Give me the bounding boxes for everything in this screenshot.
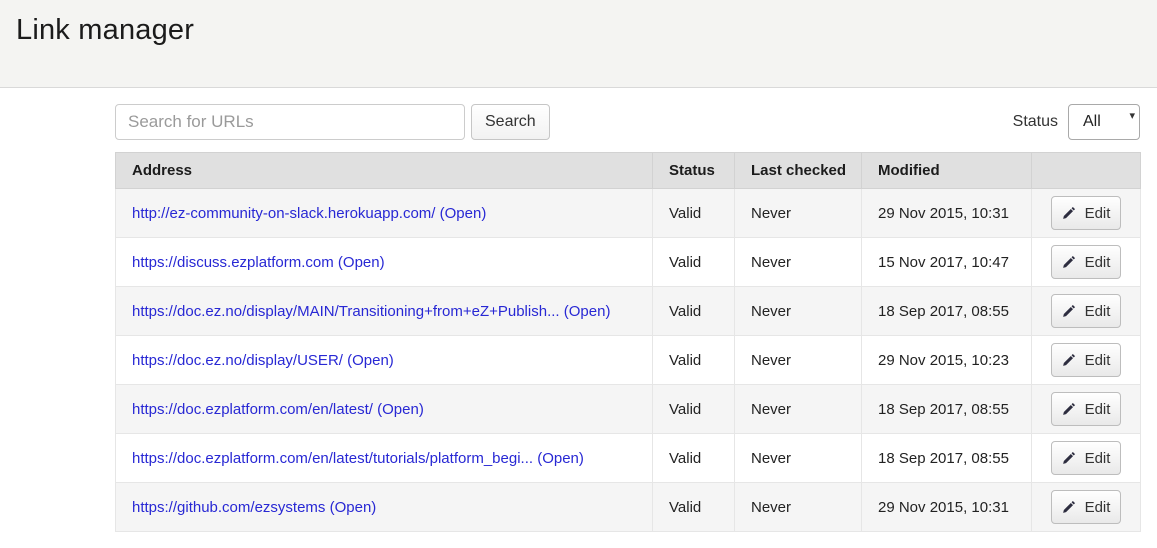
status-cell: Valid (653, 336, 735, 385)
address-link[interactable]: https://doc.ez.no/display/USER/ (132, 352, 343, 369)
table-row: https://discuss.ezplatform.com (Open) Va… (116, 238, 1141, 287)
open-link[interactable]: (Open) (537, 450, 584, 467)
actions-cell: Edit (1032, 483, 1141, 532)
address-cell: http://ez-community-on-slack.herokuapp.c… (116, 189, 653, 238)
pencil-icon (1062, 451, 1076, 465)
edit-button[interactable]: Edit (1051, 196, 1121, 230)
edit-button-label: Edit (1085, 352, 1111, 369)
address-cell: https://github.com/ezsystems (Open) (116, 483, 653, 532)
column-header-address: Address (116, 153, 653, 189)
edit-button-label: Edit (1085, 401, 1111, 418)
edit-button-label: Edit (1085, 450, 1111, 467)
last-checked-cell: Never (735, 336, 862, 385)
caret-down-icon: ▾ (1129, 111, 1135, 122)
address-link[interactable]: https://github.com/ezsystems (132, 499, 325, 516)
column-header-modified: Modified (862, 153, 1032, 189)
edit-button[interactable]: Edit (1051, 392, 1121, 426)
actions-cell: Edit (1032, 336, 1141, 385)
last-checked-cell: Never (735, 434, 862, 483)
toolbar: Search Status All ▾ (115, 104, 1140, 140)
last-checked-cell: Never (735, 238, 862, 287)
open-link[interactable]: (Open) (338, 254, 385, 271)
open-link[interactable]: (Open) (564, 303, 611, 320)
table-row: https://github.com/ezsystems (Open) Vali… (116, 483, 1141, 532)
open-link[interactable]: (Open) (330, 499, 377, 516)
main-content: Search Status All ▾ Address Status Last … (115, 104, 1140, 532)
table-row: https://doc.ez.no/display/USER/ (Open) V… (116, 336, 1141, 385)
table-row: https://doc.ezplatform.com/en/latest/tut… (116, 434, 1141, 483)
pencil-icon (1062, 304, 1076, 318)
actions-cell: Edit (1032, 287, 1141, 336)
column-header-status: Status (653, 153, 735, 189)
top-header-bar: Link manager (0, 0, 1157, 88)
table-header: Address Status Last checked Modified (116, 153, 1141, 189)
address-link[interactable]: https://doc.ezplatform.com/en/latest/tut… (132, 450, 533, 467)
status-filter-group: Status All ▾ (1013, 104, 1140, 140)
status-cell: Valid (653, 385, 735, 434)
edit-button[interactable]: Edit (1051, 490, 1121, 524)
search-button[interactable]: Search (471, 104, 550, 140)
page-title: Link manager (0, 0, 1157, 47)
open-link[interactable]: (Open) (377, 401, 424, 418)
status-select-value: All (1069, 113, 1101, 131)
status-select[interactable]: All ▾ (1068, 104, 1140, 140)
modified-cell: 18 Sep 2017, 08:55 (862, 434, 1032, 483)
open-link[interactable]: (Open) (440, 205, 487, 222)
edit-button[interactable]: Edit (1051, 441, 1121, 475)
status-cell: Valid (653, 238, 735, 287)
edit-button[interactable]: Edit (1051, 294, 1121, 328)
actions-cell: Edit (1032, 189, 1141, 238)
edit-button-label: Edit (1085, 499, 1111, 516)
edit-button[interactable]: Edit (1051, 343, 1121, 377)
edit-button-label: Edit (1085, 205, 1111, 222)
address-link[interactable]: http://ez-community-on-slack.herokuapp.c… (132, 205, 435, 222)
pencil-icon (1062, 500, 1076, 514)
address-cell: https://doc.ez.no/display/USER/ (Open) (116, 336, 653, 385)
pencil-icon (1062, 353, 1076, 367)
address-cell: https://doc.ezplatform.com/en/latest/ (O… (116, 385, 653, 434)
search-input[interactable] (115, 104, 465, 140)
pencil-icon (1062, 402, 1076, 416)
pencil-icon (1062, 206, 1076, 220)
address-cell: https://doc.ezplatform.com/en/latest/tut… (116, 434, 653, 483)
last-checked-cell: Never (735, 189, 862, 238)
modified-cell: 29 Nov 2015, 10:31 (862, 483, 1032, 532)
last-checked-cell: Never (735, 287, 862, 336)
edit-button-label: Edit (1085, 303, 1111, 320)
address-link[interactable]: https://discuss.ezplatform.com (132, 254, 334, 271)
edit-button[interactable]: Edit (1051, 245, 1121, 279)
actions-cell: Edit (1032, 385, 1141, 434)
actions-cell: Edit (1032, 434, 1141, 483)
table-row: http://ez-community-on-slack.herokuapp.c… (116, 189, 1141, 238)
status-filter-label: Status (1013, 113, 1058, 131)
links-table: Address Status Last checked Modified htt… (115, 152, 1141, 532)
status-cell: Valid (653, 287, 735, 336)
status-cell: Valid (653, 189, 735, 238)
modified-cell: 15 Nov 2017, 10:47 (862, 238, 1032, 287)
table-row: https://doc.ez.no/display/MAIN/Transitio… (116, 287, 1141, 336)
last-checked-cell: Never (735, 385, 862, 434)
column-header-actions (1032, 153, 1141, 189)
address-cell: https://doc.ez.no/display/MAIN/Transitio… (116, 287, 653, 336)
open-link[interactable]: (Open) (347, 352, 394, 369)
last-checked-cell: Never (735, 483, 862, 532)
modified-cell: 29 Nov 2015, 10:31 (862, 189, 1032, 238)
status-cell: Valid (653, 483, 735, 532)
address-link[interactable]: https://doc.ezplatform.com/en/latest/ (132, 401, 373, 418)
modified-cell: 18 Sep 2017, 08:55 (862, 287, 1032, 336)
modified-cell: 29 Nov 2015, 10:23 (862, 336, 1032, 385)
edit-button-label: Edit (1085, 254, 1111, 271)
column-header-last-checked: Last checked (735, 153, 862, 189)
pencil-icon (1062, 255, 1076, 269)
table-row: https://doc.ezplatform.com/en/latest/ (O… (116, 385, 1141, 434)
table-body: http://ez-community-on-slack.herokuapp.c… (116, 189, 1141, 532)
status-cell: Valid (653, 434, 735, 483)
address-link[interactable]: https://doc.ez.no/display/MAIN/Transitio… (132, 303, 560, 320)
actions-cell: Edit (1032, 238, 1141, 287)
address-cell: https://discuss.ezplatform.com (Open) (116, 238, 653, 287)
search-group: Search (115, 104, 550, 140)
modified-cell: 18 Sep 2017, 08:55 (862, 385, 1032, 434)
